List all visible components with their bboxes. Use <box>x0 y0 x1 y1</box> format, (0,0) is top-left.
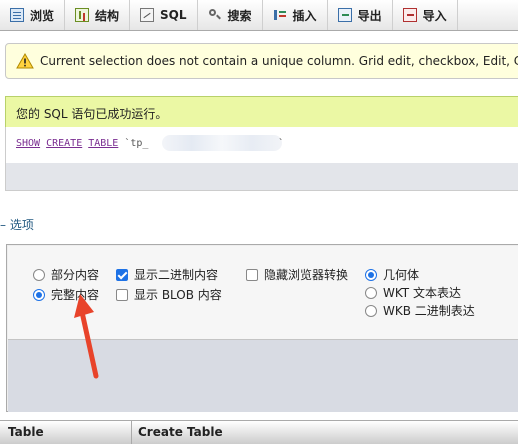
structure-icon <box>75 8 90 22</box>
options-body: 部分内容 完整内容 显示二进制内容 显示 BLOB 内容 隐藏浏览器转换 几何体… <box>8 246 518 339</box>
binary-group: 显示二进制内容 显示 BLOB 内容 <box>116 266 222 303</box>
option-hide-transform[interactable]: 隐藏浏览器转换 <box>246 266 348 283</box>
sql-backtick: ` <box>278 138 285 149</box>
sql-keyword[interactable]: SHOW <box>16 138 40 149</box>
options-footer <box>8 339 518 412</box>
wkt-radio[interactable] <box>365 286 377 299</box>
option-label: 显示 BLOB 内容 <box>134 288 222 302</box>
hide-transform-checkbox[interactable] <box>246 268 258 281</box>
geometry-group: 几何体 WKT 文本表达 WKB 二进制表达 <box>365 266 475 319</box>
redacted-table-name <box>162 135 282 151</box>
search-icon <box>208 8 222 22</box>
sql-keyword[interactable]: CREATE <box>46 138 82 149</box>
option-wkt[interactable]: WKT 文本表达 <box>365 284 475 301</box>
tab-label: 插入 <box>292 8 317 23</box>
notice-banner: Current selection does not contain a uni… <box>5 43 518 79</box>
tab-insert[interactable]: 插入 <box>263 0 328 30</box>
option-show-blob[interactable]: 显示 BLOB 内容 <box>116 286 222 303</box>
column-divider <box>131 421 132 444</box>
option-label: WKB 二进制表达 <box>383 304 475 318</box>
options-panel: 部分内容 完整内容 显示二进制内容 显示 BLOB 内容 隐藏浏览器转换 几何体… <box>6 244 518 412</box>
option-partial-text[interactable]: 部分内容 <box>33 266 99 283</box>
tab-structure[interactable]: 结构 <box>65 0 131 30</box>
option-geometry[interactable]: 几何体 <box>365 266 475 283</box>
notice-text: Current selection does not contain a uni… <box>40 54 518 68</box>
text-mode-group: 部分内容 完整内容 <box>33 266 99 303</box>
sql-icon <box>140 8 155 22</box>
tab-export[interactable]: 导出 <box>328 0 393 30</box>
tab-sql[interactable]: SQL <box>130 0 198 30</box>
tab-label: 搜索 <box>227 8 252 23</box>
show-binary-checkbox[interactable] <box>116 268 128 281</box>
tab-label: 导出 <box>357 8 382 23</box>
partial-text-radio[interactable] <box>33 268 45 281</box>
option-label: 几何体 <box>383 268 420 282</box>
option-label: 显示二进制内容 <box>134 268 219 282</box>
tab-label: 结构 <box>95 8 120 23</box>
option-label: 完整内容 <box>51 288 100 302</box>
tab-import[interactable]: 导入 <box>393 0 458 30</box>
sql-query-box: SHOW CREATE TABLE `tp_ ` <box>5 127 518 163</box>
option-full-text[interactable]: 完整内容 <box>33 286 99 303</box>
option-show-binary[interactable]: 显示二进制内容 <box>116 266 222 283</box>
success-message: 您的 SQL 语句已成功运行。 <box>5 96 518 127</box>
option-label: 部分内容 <box>51 268 100 282</box>
full-text-radio[interactable] <box>33 288 45 301</box>
option-label: WKT 文本表达 <box>383 286 461 300</box>
column-header-create-table[interactable]: Create Table <box>138 425 223 439</box>
tab-label: 导入 <box>422 8 447 23</box>
show-blob-checkbox[interactable] <box>116 288 128 301</box>
wkb-radio[interactable] <box>365 304 377 317</box>
transform-group: 隐藏浏览器转换 <box>246 266 348 283</box>
sql-table-name: `tp_ <box>124 138 149 149</box>
option-label: 隐藏浏览器转换 <box>264 268 349 282</box>
insert-icon <box>273 8 287 22</box>
sql-keyword[interactable]: TABLE <box>88 138 118 149</box>
column-header-table[interactable]: Table <box>8 425 44 439</box>
success-text: 您的 SQL 语句已成功运行。 <box>16 107 168 121</box>
tab-search[interactable]: 搜索 <box>198 0 263 30</box>
import-icon <box>402 8 417 22</box>
tab-browse[interactable]: 浏览 <box>0 0 66 30</box>
browse-icon <box>10 8 24 22</box>
options-toggle[interactable]: – 选项 <box>0 216 34 233</box>
results-table-header: Table Create Table <box>0 420 518 444</box>
tab-bar: 浏览 结构 SQL 搜索 插入 导出 导入 <box>0 0 518 31</box>
option-wkb[interactable]: WKB 二进制表达 <box>365 302 475 319</box>
warning-icon <box>16 53 34 69</box>
tab-label: SQL <box>160 8 187 22</box>
geometry-radio[interactable] <box>365 268 377 281</box>
export-icon <box>337 8 352 22</box>
tab-label: 浏览 <box>30 8 55 23</box>
query-actions-bar <box>5 163 518 191</box>
